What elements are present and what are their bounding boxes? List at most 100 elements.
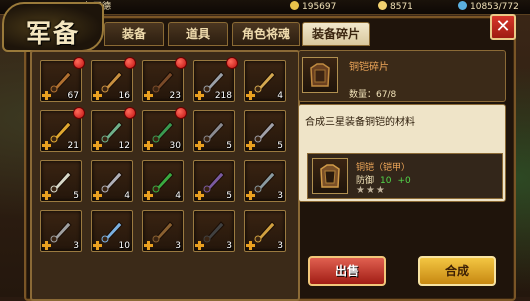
plus-icon bbox=[246, 141, 255, 150]
selected-item-name: 铜铠碎片 bbox=[349, 62, 389, 73]
fragment-count: 23 bbox=[169, 91, 181, 101]
plus-icon bbox=[42, 141, 51, 150]
plus-icon bbox=[144, 241, 153, 250]
fragment-count: 4 bbox=[277, 91, 283, 101]
sell-button[interactable]: 出售 bbox=[308, 256, 386, 286]
item-description: 合成三星装备铜铠的材料 bbox=[305, 117, 415, 128]
notification-dot bbox=[124, 57, 136, 69]
tab-character-souls[interactable]: 角色将魂 bbox=[232, 22, 300, 46]
plus-icon bbox=[195, 191, 204, 200]
description-box: 合成三星装备铜铠的材料 铜铠（铠甲） 防御 10 +0 ★★★ bbox=[298, 104, 506, 202]
stamina-value: 10853/772 bbox=[470, 2, 519, 12]
fragment-count: 12 bbox=[118, 141, 130, 151]
plus-icon bbox=[195, 141, 204, 150]
armor-fragment-icon bbox=[302, 57, 338, 93]
fan-fragment-icon bbox=[47, 167, 75, 195]
plus-icon bbox=[144, 141, 153, 150]
gold-value: 8571 bbox=[390, 2, 413, 12]
star-rating: ★★★ bbox=[356, 185, 386, 196]
selected-item-quantity: 数量：67/8 bbox=[349, 90, 397, 100]
fragment-slot[interactable]: 21 bbox=[40, 107, 85, 152]
longbow-fragment-icon bbox=[251, 67, 279, 95]
stat-bonus: +0 bbox=[397, 176, 411, 186]
fragment-count: 4 bbox=[124, 191, 130, 201]
fragment-slot[interactable]: 67 bbox=[40, 57, 85, 102]
helmet-fragment-icon bbox=[47, 217, 75, 245]
notification-dot bbox=[124, 107, 136, 119]
plus-icon bbox=[246, 191, 255, 200]
plus-icon bbox=[195, 241, 204, 250]
plus-icon bbox=[42, 241, 51, 250]
coin-counter: 195697 bbox=[290, 1, 336, 13]
dark-helmet-fragment-icon bbox=[200, 217, 228, 245]
fragment-count: 3 bbox=[277, 241, 283, 251]
plus-icon bbox=[144, 91, 153, 100]
notification-dot bbox=[175, 57, 187, 69]
fragment-count: 5 bbox=[73, 191, 79, 201]
plus-icon bbox=[246, 91, 255, 100]
fragment-slot[interactable]: 5 bbox=[244, 110, 286, 152]
plus-icon bbox=[42, 191, 51, 200]
fragment-slot[interactable]: 10 bbox=[91, 210, 133, 252]
page-title: 军备 bbox=[26, 19, 81, 48]
plus-icon bbox=[93, 191, 102, 200]
gold-icon bbox=[378, 1, 387, 10]
plus-icon bbox=[93, 241, 102, 250]
fragment-count: 5 bbox=[277, 141, 283, 151]
fragment-count: 16 bbox=[118, 91, 130, 101]
fragment-count: 21 bbox=[67, 141, 79, 151]
fragment-slot[interactable]: 4 bbox=[142, 160, 184, 202]
plus-icon bbox=[93, 91, 102, 100]
fragment-slot[interactable]: 3 bbox=[40, 210, 82, 252]
fragment-count: 5 bbox=[226, 191, 232, 201]
coin-icon bbox=[290, 1, 299, 10]
scimitar-fragment-icon bbox=[200, 167, 228, 195]
fragment-slot[interactable]: 4 bbox=[244, 60, 286, 102]
fragment-slot[interactable]: 12 bbox=[91, 107, 136, 152]
fragment-count: 3 bbox=[73, 241, 79, 251]
notification-dot bbox=[73, 57, 85, 69]
fragment-count: 3 bbox=[175, 241, 181, 251]
fragment-slot[interactable]: 30 bbox=[142, 107, 187, 152]
tab-equipment-fragments[interactable]: 装备碎片 bbox=[302, 22, 370, 46]
fragment-count: 10 bbox=[118, 241, 130, 251]
fragment-count: 3 bbox=[277, 191, 283, 201]
fragment-slot[interactable]: 3 bbox=[142, 210, 184, 252]
close-button[interactable]: ✕ bbox=[490, 14, 516, 40]
fragment-count: 67 bbox=[67, 91, 79, 101]
fragment-slot[interactable]: 5 bbox=[193, 160, 235, 202]
fragment-slot[interactable]: 218 bbox=[193, 57, 238, 102]
fragment-slot[interactable]: 16 bbox=[91, 57, 136, 102]
plus-icon bbox=[42, 91, 51, 100]
fragment-slot[interactable]: 3 bbox=[244, 160, 286, 202]
fragment-slot[interactable]: 3 bbox=[193, 210, 235, 252]
tab-items[interactable]: 道具 bbox=[168, 22, 228, 46]
fragment-count: 5 bbox=[226, 141, 232, 151]
stamina-counter: 10853/772 bbox=[458, 1, 519, 13]
war-armor-fragment-icon bbox=[251, 167, 279, 195]
fragment-slot[interactable]: 23 bbox=[142, 57, 187, 102]
black-blade-fragment-icon bbox=[200, 117, 228, 145]
tab-equipment[interactable]: 装备 bbox=[104, 22, 164, 46]
merge-target[interactable]: 铜铠（铠甲） 防御 10 +0 ★★★ bbox=[307, 153, 503, 199]
plus-icon bbox=[93, 141, 102, 150]
green-spear-fragment-icon bbox=[149, 167, 177, 195]
title-badge: 军备 bbox=[2, 2, 104, 52]
fragment-slot[interactable]: 5 bbox=[193, 110, 235, 152]
merge-button[interactable]: 合成 bbox=[418, 256, 496, 286]
fragment-slot[interactable]: 4 bbox=[91, 160, 133, 202]
target-item-name: 铜铠（铠甲） bbox=[356, 163, 411, 173]
selected-item-info: 铜铠碎片 数量：67/8 bbox=[298, 50, 506, 102]
gauntlet-fragment-icon bbox=[251, 217, 279, 245]
fragment-slot[interactable]: 5 bbox=[40, 160, 82, 202]
gold-counter: 8571 bbox=[378, 1, 413, 13]
copper-armor-icon bbox=[312, 158, 348, 194]
steel-dagger-fragment-icon bbox=[98, 167, 126, 195]
coin-value: 195697 bbox=[302, 2, 337, 12]
stamina-icon bbox=[458, 1, 467, 10]
plus-icon bbox=[195, 91, 204, 100]
plus-icon bbox=[246, 241, 255, 250]
fragment-slot[interactable]: 3 bbox=[244, 210, 286, 252]
fragment-count: 4 bbox=[175, 191, 181, 201]
notification-dot bbox=[175, 107, 187, 119]
